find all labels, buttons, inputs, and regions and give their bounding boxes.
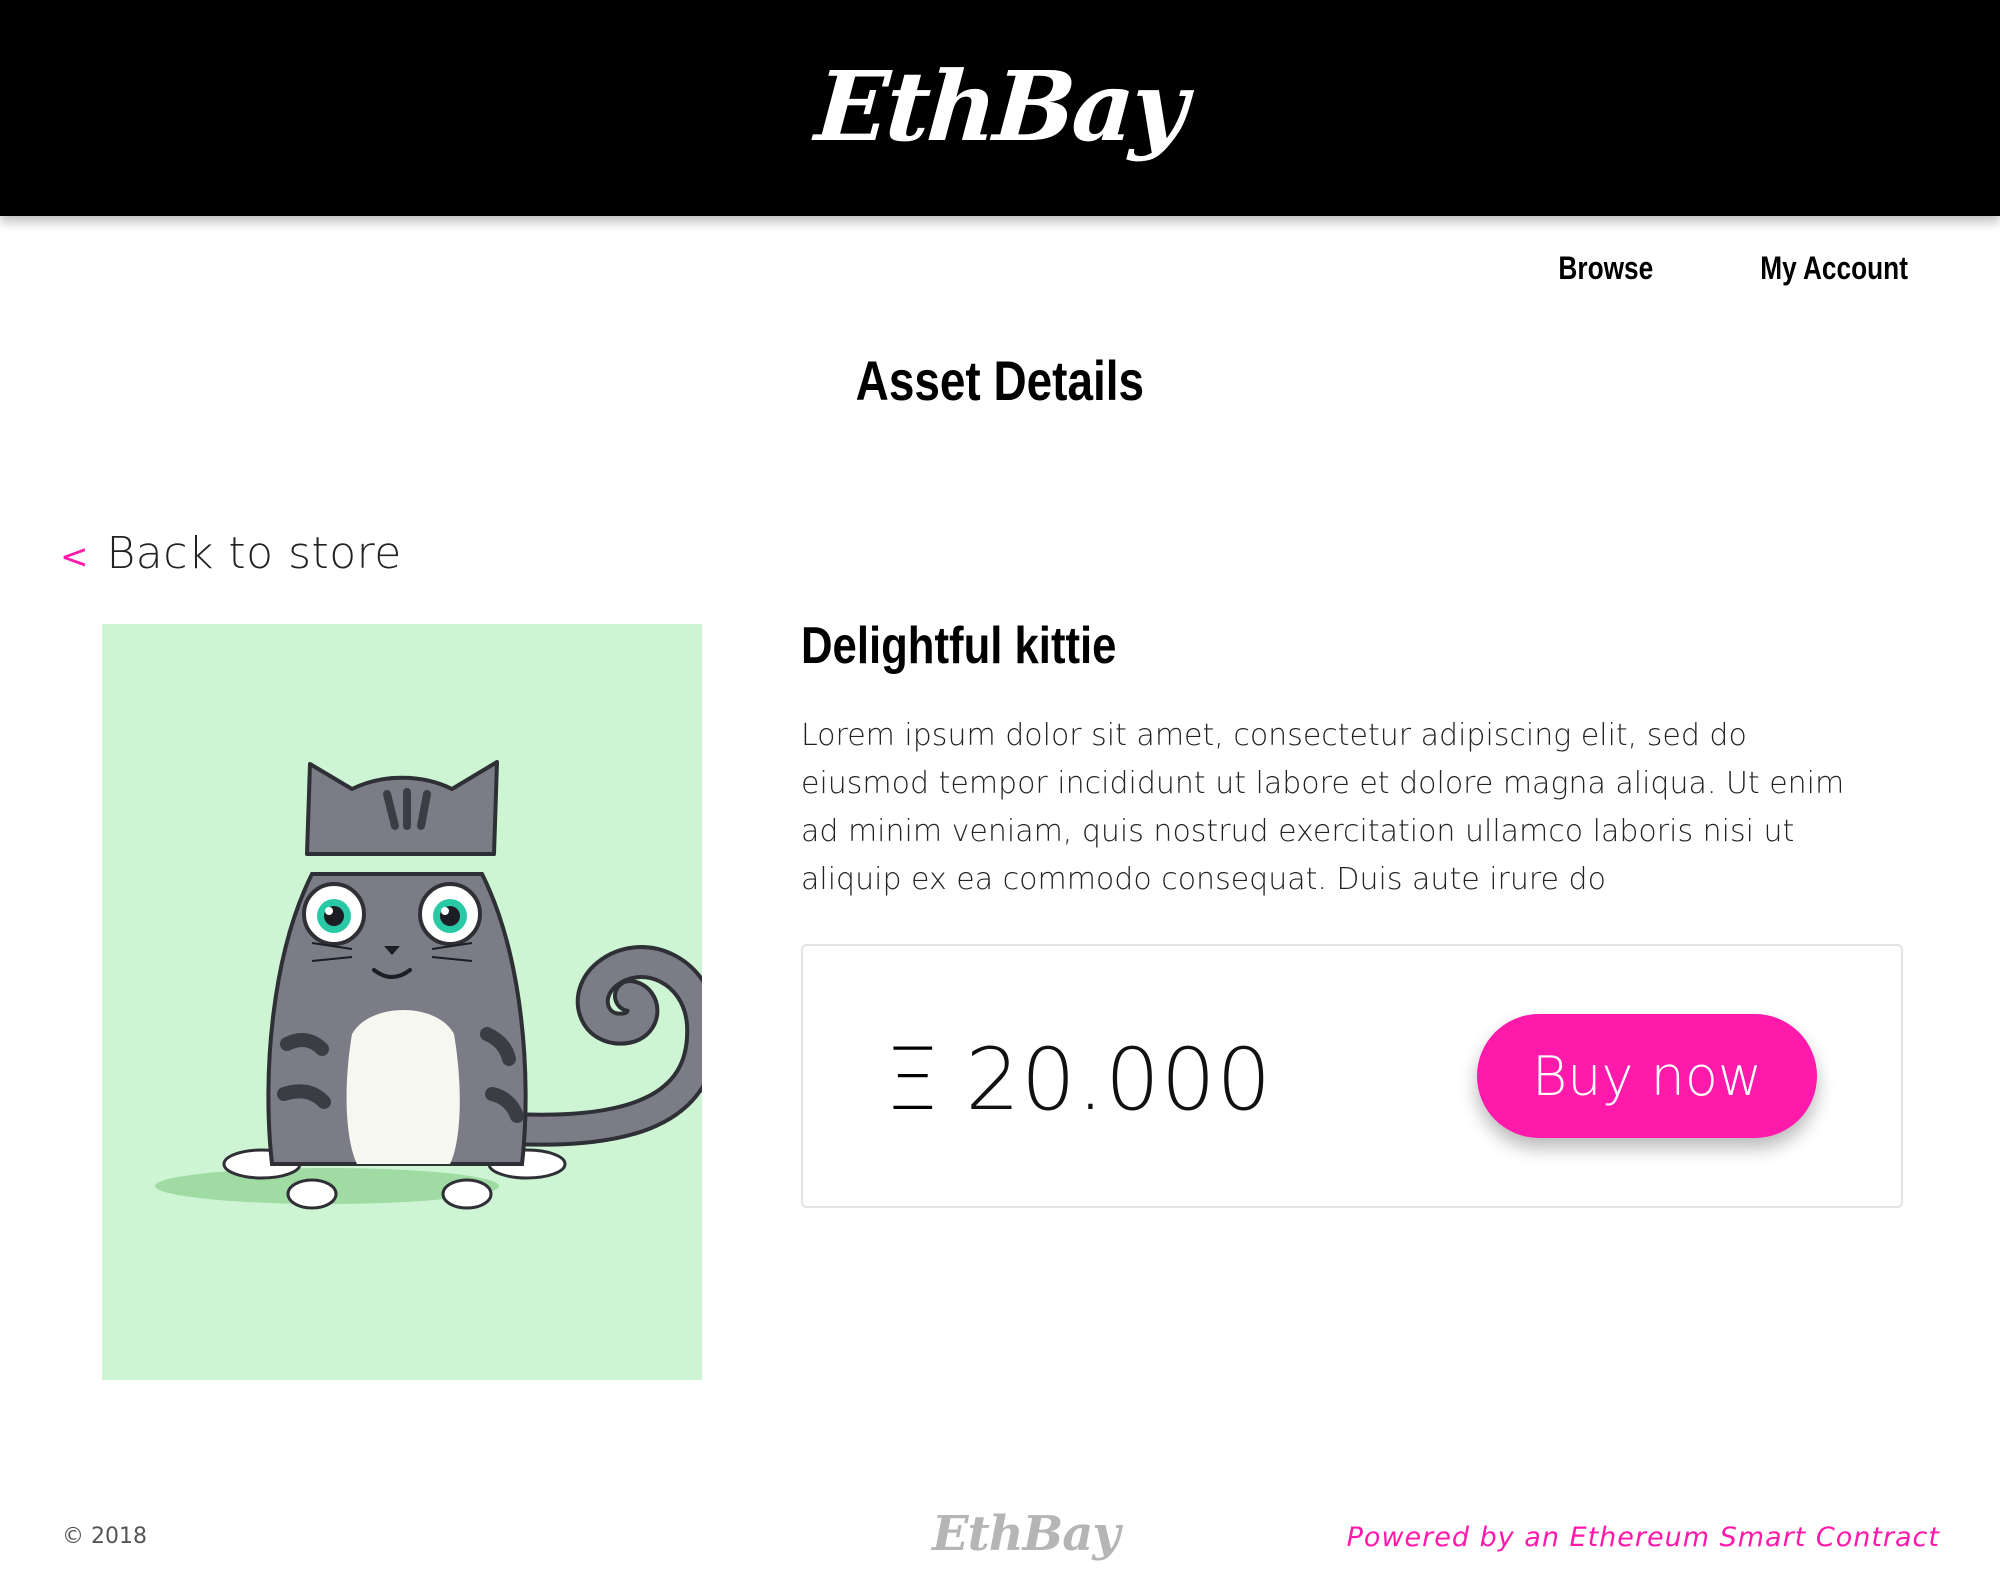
back-to-store-label: Back to store <box>106 528 402 579</box>
footer-powered-by: Powered by an Ethereum Smart Contract <box>1346 1522 1940 1553</box>
site-logo[interactable]: EthBay <box>812 50 1188 163</box>
cat-illustration <box>155 760 702 1210</box>
chevron-left-icon: < <box>60 537 89 577</box>
page-title: Asset Details <box>0 348 2000 413</box>
footer-logo[interactable]: EthBay <box>932 1506 1120 1562</box>
price-amount: 20.000 <box>965 1030 1273 1130</box>
asset-name-text: Delightful kittie <box>801 617 1117 675</box>
asset-name: Delightful kittie <box>801 616 1177 676</box>
main-nav: Browse My Account <box>1548 250 1924 287</box>
ether-currency-icon: Ξ <box>885 1030 940 1130</box>
top-header: EthBay <box>0 0 2000 216</box>
page-title-text: Asset Details <box>855 349 1145 412</box>
purchase-panel: Ξ 20.000 Buy now <box>801 944 1903 1208</box>
buy-now-button[interactable]: Buy now <box>1477 1014 1817 1138</box>
nav-my-account-link[interactable]: My Account <box>1760 250 1908 287</box>
back-to-store-link[interactable]: < Back to store <box>60 528 402 579</box>
nav-browse-link[interactable]: Browse <box>1559 250 1654 287</box>
price-display: Ξ 20.000 <box>885 1030 1272 1130</box>
asset-description: Lorem ipsum dolor sit amet, consectetur … <box>801 718 1845 897</box>
asset-image <box>102 624 702 1380</box>
footer-copyright: © 2018 <box>62 1524 147 1549</box>
